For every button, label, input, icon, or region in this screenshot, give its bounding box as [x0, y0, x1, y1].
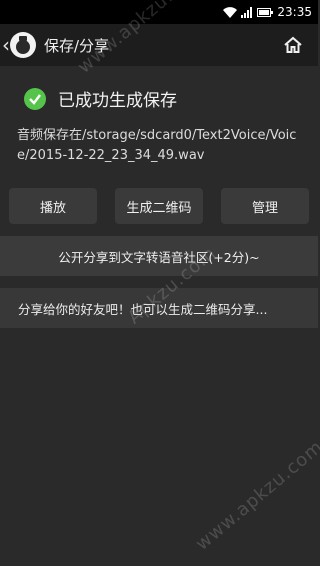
success-indicator: 已成功生成保存 — [24, 86, 177, 111]
battery-icon — [257, 7, 274, 17]
app-header: ‹ 保存/分享 — [0, 24, 318, 66]
file-path-text: 音频保存在/storage/sdcard0/Text2Voice/Voice/2… — [17, 128, 297, 163]
share-friends-button[interactable]: 分享给你的好友吧！也可以生成二维码分享... — [0, 288, 318, 328]
wifi-icon — [223, 6, 238, 18]
manage-button[interactable]: 管理 — [221, 188, 309, 224]
home-icon — [284, 36, 302, 53]
play-button[interactable]: 播放 — [9, 188, 97, 224]
status-time: 23:35 — [277, 5, 312, 19]
signal-icon — [241, 6, 253, 18]
success-message: 已成功生成保存 — [58, 91, 177, 111]
watermark-text: www.apkzu.com — [191, 436, 320, 555]
check-icon — [24, 87, 46, 110]
back-button[interactable]: ‹ — [2, 32, 36, 58]
status-bar: 23:35 — [0, 0, 318, 24]
share-community-button[interactable]: 公开分享到文字转语音社区(+2分)~ — [0, 236, 318, 276]
app-logo-icon — [10, 32, 36, 58]
home-button[interactable] — [282, 34, 304, 56]
page-title: 保存/分享 — [44, 36, 110, 55]
generate-qr-button[interactable]: 生成二维码 — [115, 188, 203, 224]
